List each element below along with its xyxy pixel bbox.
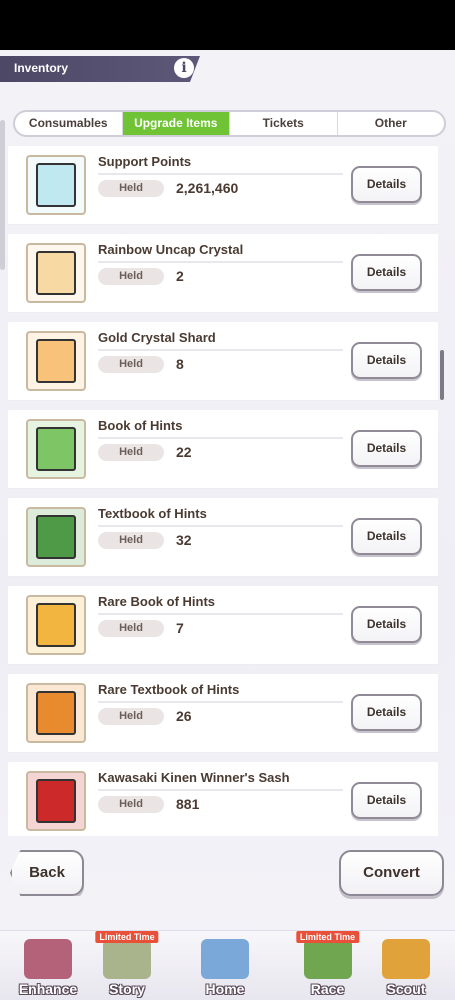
- details-button[interactable]: Details: [351, 518, 422, 555]
- item-name: Textbook of Hints: [98, 506, 207, 521]
- list-item: Rainbow Uncap Crystal Held 2 Details: [8, 234, 438, 313]
- item-thumbnail: [26, 507, 86, 567]
- nav-home[interactable]: Home: [170, 931, 280, 1000]
- item-list: Support Points Held 2,261,460 Details Ra…: [8, 146, 438, 836]
- held-count: 26: [176, 708, 192, 724]
- rare-book-of-hints-icon: [36, 603, 76, 647]
- item-name: Rare Book of Hints: [98, 594, 216, 609]
- item-name: Support Points: [98, 154, 192, 169]
- held-label: Held: [98, 444, 164, 461]
- left-scroll-indicator: [0, 120, 5, 270]
- category-tabs: Consumables Upgrade Items Tickets Other: [13, 110, 446, 137]
- held-count: 7: [176, 620, 184, 636]
- gold-shard-icon: [36, 339, 76, 383]
- limited-time-badge: Limited Time: [95, 931, 159, 943]
- item-thumbnail: [26, 155, 86, 215]
- nav-scout[interactable]: Scout: [366, 931, 446, 1000]
- limited-time-badge: Limited Time: [295, 931, 360, 943]
- nav-story[interactable]: Limited Time Story: [92, 931, 162, 1000]
- list-item: Kawasaki Kinen Winner's Sash Held 881 De…: [8, 762, 438, 836]
- page-title: Inventory: [14, 61, 69, 75]
- item-thumbnail: [26, 419, 86, 479]
- nav-label: Home: [205, 981, 245, 997]
- divider: [98, 613, 343, 615]
- divider: [98, 349, 343, 351]
- divider: [98, 525, 343, 527]
- rare-textbook-of-hints-icon: [36, 691, 76, 735]
- nav-enhance[interactable]: Enhance: [8, 931, 88, 1000]
- rainbow-crystal-icon: [36, 251, 76, 295]
- list-scrollbar[interactable]: [440, 350, 444, 400]
- story-icon: [103, 939, 151, 979]
- item-thumbnail: [26, 683, 86, 743]
- winners-sash-icon: [36, 779, 76, 823]
- item-thumbnail: [26, 243, 86, 303]
- item-thumbnail: [26, 771, 86, 831]
- divider: [98, 437, 343, 439]
- held-count: 2,261,460: [176, 180, 239, 196]
- tab-other[interactable]: Other: [338, 112, 445, 135]
- held-label: Held: [98, 268, 164, 285]
- item-name: Rainbow Uncap Crystal: [98, 242, 244, 257]
- held-count: 881: [176, 796, 200, 812]
- list-item: Gold Crystal Shard Held 8 Details: [8, 322, 438, 401]
- details-button[interactable]: Details: [351, 166, 422, 203]
- held-label: Held: [98, 708, 164, 725]
- item-name: Book of Hints: [98, 418, 183, 433]
- back-button[interactable]: Back: [10, 850, 84, 896]
- inventory-screen: Inventory i Consumables Upgrade Items Ti…: [0, 50, 455, 1000]
- list-item: Support Points Held 2,261,460 Details: [8, 146, 438, 225]
- convert-button[interactable]: Convert: [339, 850, 444, 896]
- held-count: 32: [176, 532, 192, 548]
- held-count: 2: [176, 268, 184, 284]
- nav-label: Enhance: [18, 981, 78, 997]
- details-button[interactable]: Details: [351, 342, 422, 379]
- nav-label: Story: [109, 981, 145, 997]
- nav-race[interactable]: Limited Time Race: [290, 931, 365, 1000]
- home-icon: [201, 939, 249, 979]
- item-thumbnail: [26, 331, 86, 391]
- details-button[interactable]: Details: [351, 782, 422, 819]
- list-item: Rare Textbook of Hints Held 26 Details: [8, 674, 438, 753]
- details-button[interactable]: Details: [351, 254, 422, 291]
- nav-label: Race: [310, 981, 345, 997]
- details-button[interactable]: Details: [351, 430, 422, 467]
- divider: [98, 173, 343, 175]
- list-item: Rare Book of Hints Held 7 Details: [8, 586, 438, 665]
- scout-icon: [382, 939, 430, 979]
- list-item: Textbook of Hints Held 32 Details: [8, 498, 438, 577]
- held-count: 8: [176, 356, 184, 372]
- held-label: Held: [98, 796, 164, 813]
- item-name: Kawasaki Kinen Winner's Sash: [98, 770, 290, 785]
- book-of-hints-icon: [36, 427, 76, 471]
- nav-label: Scout: [386, 981, 426, 997]
- list-item: Book of Hints Held 22 Details: [8, 410, 438, 489]
- held-count: 22: [176, 444, 192, 460]
- divider: [98, 261, 343, 263]
- item-thumbnail: [26, 595, 86, 655]
- held-label: Held: [98, 620, 164, 637]
- bottom-nav: Enhance Limited Time Story Home Limited Time…: [0, 930, 455, 1000]
- tab-upgrade-items[interactable]: Upgrade Items: [122, 112, 230, 135]
- divider: [98, 701, 343, 703]
- enhance-icon: [24, 939, 72, 979]
- support-points-icon: [36, 163, 76, 207]
- tab-tickets[interactable]: Tickets: [230, 112, 338, 135]
- held-label: Held: [98, 180, 164, 197]
- info-icon[interactable]: i: [174, 58, 194, 78]
- item-name: Gold Crystal Shard: [98, 330, 216, 345]
- divider: [98, 789, 343, 791]
- textbook-of-hints-icon: [36, 515, 76, 559]
- item-name: Rare Textbook of Hints: [98, 682, 240, 697]
- race-icon: [303, 939, 352, 979]
- held-label: Held: [98, 532, 164, 549]
- held-label: Held: [98, 356, 164, 373]
- details-button[interactable]: Details: [351, 694, 422, 731]
- details-button[interactable]: Details: [351, 606, 422, 643]
- tab-consumables[interactable]: Consumables: [15, 112, 123, 135]
